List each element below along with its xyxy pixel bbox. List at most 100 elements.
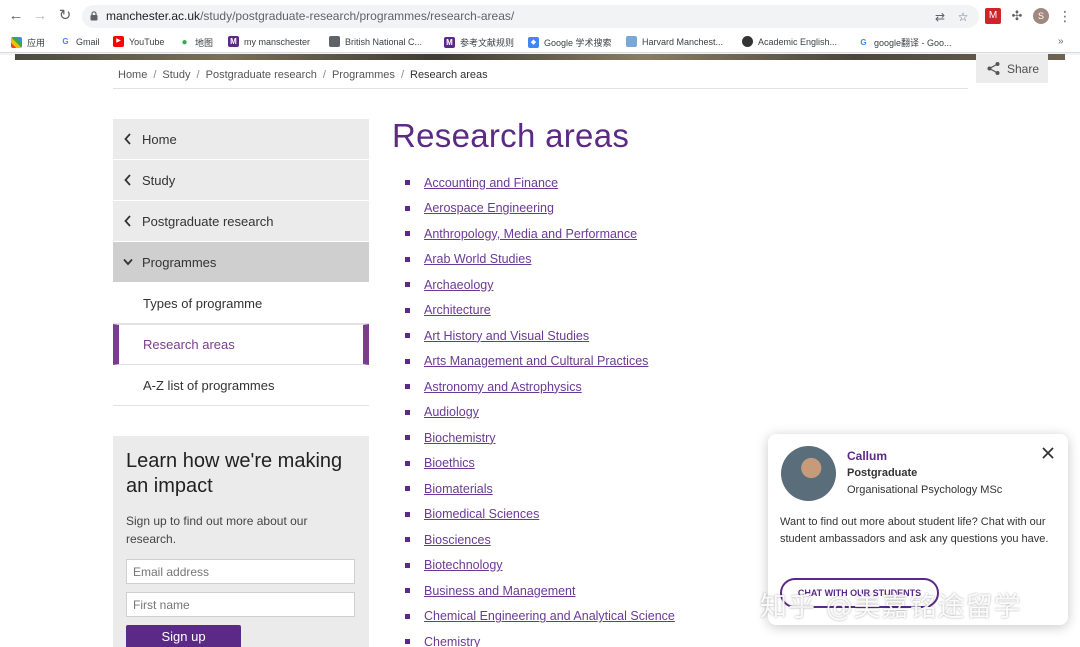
bullet-icon bbox=[405, 256, 410, 262]
ambassador-name: Callum bbox=[847, 449, 888, 463]
research-area-link[interactable]: Audiology bbox=[424, 405, 479, 419]
bookmark-gmail[interactable]: G Gmail bbox=[60, 36, 99, 47]
bookmark-british-national[interactable]: British National C... bbox=[329, 36, 422, 47]
research-area-link[interactable]: Anthropology, Media and Performance bbox=[424, 227, 637, 241]
sidebar-item-label: Programmes bbox=[142, 254, 217, 270]
research-area-link[interactable]: Biomaterials bbox=[424, 482, 493, 496]
breadcrumb-postgraduate-research[interactable]: Postgraduate research bbox=[206, 69, 317, 81]
url-path: /study/postgraduate-research/programmes/… bbox=[200, 9, 515, 23]
share-button[interactable]: Share bbox=[976, 54, 1048, 83]
sidebar-subitem-research-areas[interactable]: Research areas bbox=[113, 324, 369, 365]
list-item: Audiology bbox=[405, 400, 675, 426]
bookmark-label: my manschester bbox=[244, 36, 311, 47]
manchester-m-icon: M bbox=[228, 36, 239, 47]
breadcrumb-programmes[interactable]: Programmes bbox=[332, 69, 395, 81]
address-bar[interactable]: manchester.ac.uk/study/postgraduate-rese… bbox=[82, 5, 979, 28]
list-item: Chemical Engineering and Analytical Scie… bbox=[405, 604, 675, 630]
bookmark-google-translate[interactable]: Ggoogle翻译 - Goo... bbox=[858, 36, 951, 49]
list-item: Anthropology, Media and Performance bbox=[405, 221, 675, 247]
research-area-link[interactable]: Biomedical Sciences bbox=[424, 507, 539, 521]
sidebar-item-home[interactable]: Home bbox=[113, 119, 369, 160]
bookmark-maps[interactable]: ● 地图 bbox=[179, 36, 213, 49]
research-area-link[interactable]: Chemistry bbox=[424, 635, 480, 647]
bullet-icon bbox=[405, 282, 410, 288]
ambassador-avatar bbox=[781, 446, 836, 501]
email-field[interactable] bbox=[126, 559, 355, 584]
watermark-text: 知乎 @美嘉铭途留学 bbox=[760, 592, 1022, 623]
google-icon: G bbox=[860, 38, 867, 47]
forward-arrow-icon[interactable]: → bbox=[31, 7, 49, 25]
google-icon: G bbox=[62, 37, 69, 46]
research-area-link[interactable]: Biochemistry bbox=[424, 431, 496, 445]
chevron-left-icon bbox=[124, 133, 131, 145]
research-area-link[interactable]: Accounting and Finance bbox=[424, 176, 558, 190]
breadcrumb-current: Research areas bbox=[410, 69, 488, 81]
document-icon bbox=[329, 36, 340, 47]
back-arrow-icon[interactable]: ← bbox=[7, 7, 25, 25]
sidebar-item-label: Home bbox=[142, 131, 177, 147]
sign-up-button[interactable]: Sign up bbox=[126, 625, 241, 647]
sidebar-subitem-a-z-list[interactable]: A-Z list of programmes bbox=[113, 365, 369, 406]
list-item: Aerospace Engineering bbox=[405, 196, 675, 222]
list-item: Arab World Studies bbox=[405, 247, 675, 273]
research-area-link[interactable]: Archaeology bbox=[424, 278, 494, 292]
research-area-link[interactable]: Chemical Engineering and Analytical Scie… bbox=[424, 609, 675, 623]
breadcrumb-study[interactable]: Study bbox=[162, 69, 190, 81]
bookmark-label: YouTube bbox=[129, 36, 165, 47]
kebab-menu-icon[interactable]: ⋮ bbox=[1058, 8, 1072, 24]
bullet-icon bbox=[405, 205, 410, 211]
avatar[interactable]: S bbox=[1033, 8, 1049, 24]
research-area-link[interactable]: Arts Management and Cultural Practices bbox=[424, 354, 648, 368]
list-item: Biochemistry bbox=[405, 425, 675, 451]
sidebar-item-programmes[interactable]: Programmes bbox=[113, 242, 369, 283]
bookmark-harvard-manchester[interactable]: Harvard Manchest... bbox=[626, 36, 723, 47]
impact-description: Sign up to find out more about our resea… bbox=[126, 514, 308, 546]
research-area-link[interactable]: Biotechnology bbox=[424, 558, 503, 572]
research-area-link[interactable]: Arab World Studies bbox=[424, 252, 531, 266]
bookmark-academic-english[interactable]: Academic English... bbox=[742, 36, 837, 47]
bookmark-references[interactable]: M 参考文献规则 bbox=[444, 36, 514, 49]
bullet-icon bbox=[405, 639, 410, 645]
bookmark-label: 参考文献规则 bbox=[460, 38, 515, 48]
puzzle-icon[interactable]: ✣ bbox=[1009, 8, 1025, 24]
extension-red-icon[interactable]: M bbox=[985, 8, 1001, 24]
chat-message: Want to find out more about student life… bbox=[780, 516, 1049, 545]
bullet-icon bbox=[405, 435, 410, 441]
bookmarks-bar: 应用 G Gmail ▶ YouTube ● 地图 Mmy manschester B… bbox=[0, 33, 1080, 53]
bookmark-youtube[interactable]: ▶ YouTube bbox=[113, 36, 164, 47]
sidebar-subitem-types-of-programme[interactable]: Types of programme bbox=[113, 283, 369, 324]
sidebar-item-postgraduate-research[interactable]: Postgraduate research bbox=[113, 201, 369, 242]
bookmark-google-scholar[interactable]: ◆ Google 学术搜索 bbox=[528, 36, 612, 49]
star-icon[interactable]: ☆ bbox=[955, 9, 971, 25]
breadcrumb-separator: / bbox=[196, 69, 200, 81]
bullet-icon bbox=[405, 613, 410, 619]
chevron-left-icon bbox=[124, 215, 131, 227]
research-area-link[interactable]: Astronomy and Astrophysics bbox=[424, 380, 582, 394]
breadcrumb-home[interactable]: Home bbox=[118, 69, 147, 81]
sidebar-item-study[interactable]: Study bbox=[113, 160, 369, 201]
scholar-icon: ◆ bbox=[528, 37, 539, 48]
browser-chrome: ← → ↻ manchester.ac.uk/study/postgraduat… bbox=[0, 0, 1080, 55]
research-areas-list: Accounting and Finance Aerospace Engineer… bbox=[405, 170, 675, 647]
close-icon[interactable] bbox=[1041, 446, 1055, 460]
list-item: Arts Management and Cultural Practices bbox=[405, 349, 675, 375]
bookmark-my-manchester[interactable]: Mmy manschester bbox=[228, 36, 310, 47]
list-item: Bioethics bbox=[405, 451, 675, 477]
chevron-down-icon bbox=[123, 258, 133, 266]
research-area-link[interactable]: Biosciences bbox=[424, 533, 491, 547]
translate-icon[interactable]: ⇄ bbox=[932, 9, 948, 25]
reload-icon[interactable]: ↻ bbox=[56, 7, 74, 25]
research-area-link[interactable]: Bioethics bbox=[424, 456, 475, 470]
first-name-field[interactable] bbox=[126, 592, 355, 617]
list-item: Accounting and Finance bbox=[405, 170, 675, 196]
breadcrumb-separator: / bbox=[322, 69, 326, 81]
research-area-link[interactable]: Architecture bbox=[424, 303, 491, 317]
research-area-link[interactable]: Art History and Visual Studies bbox=[424, 329, 589, 343]
list-item: Biomaterials bbox=[405, 476, 675, 502]
research-area-link[interactable]: Business and Management bbox=[424, 584, 575, 598]
more-bookmarks-icon[interactable]: » bbox=[1058, 36, 1064, 47]
bullet-icon bbox=[405, 307, 410, 313]
bookmark-apps[interactable]: 应用 bbox=[11, 36, 45, 49]
sidebar-item-label: Postgraduate research bbox=[142, 213, 274, 229]
research-area-link[interactable]: Aerospace Engineering bbox=[424, 201, 554, 215]
